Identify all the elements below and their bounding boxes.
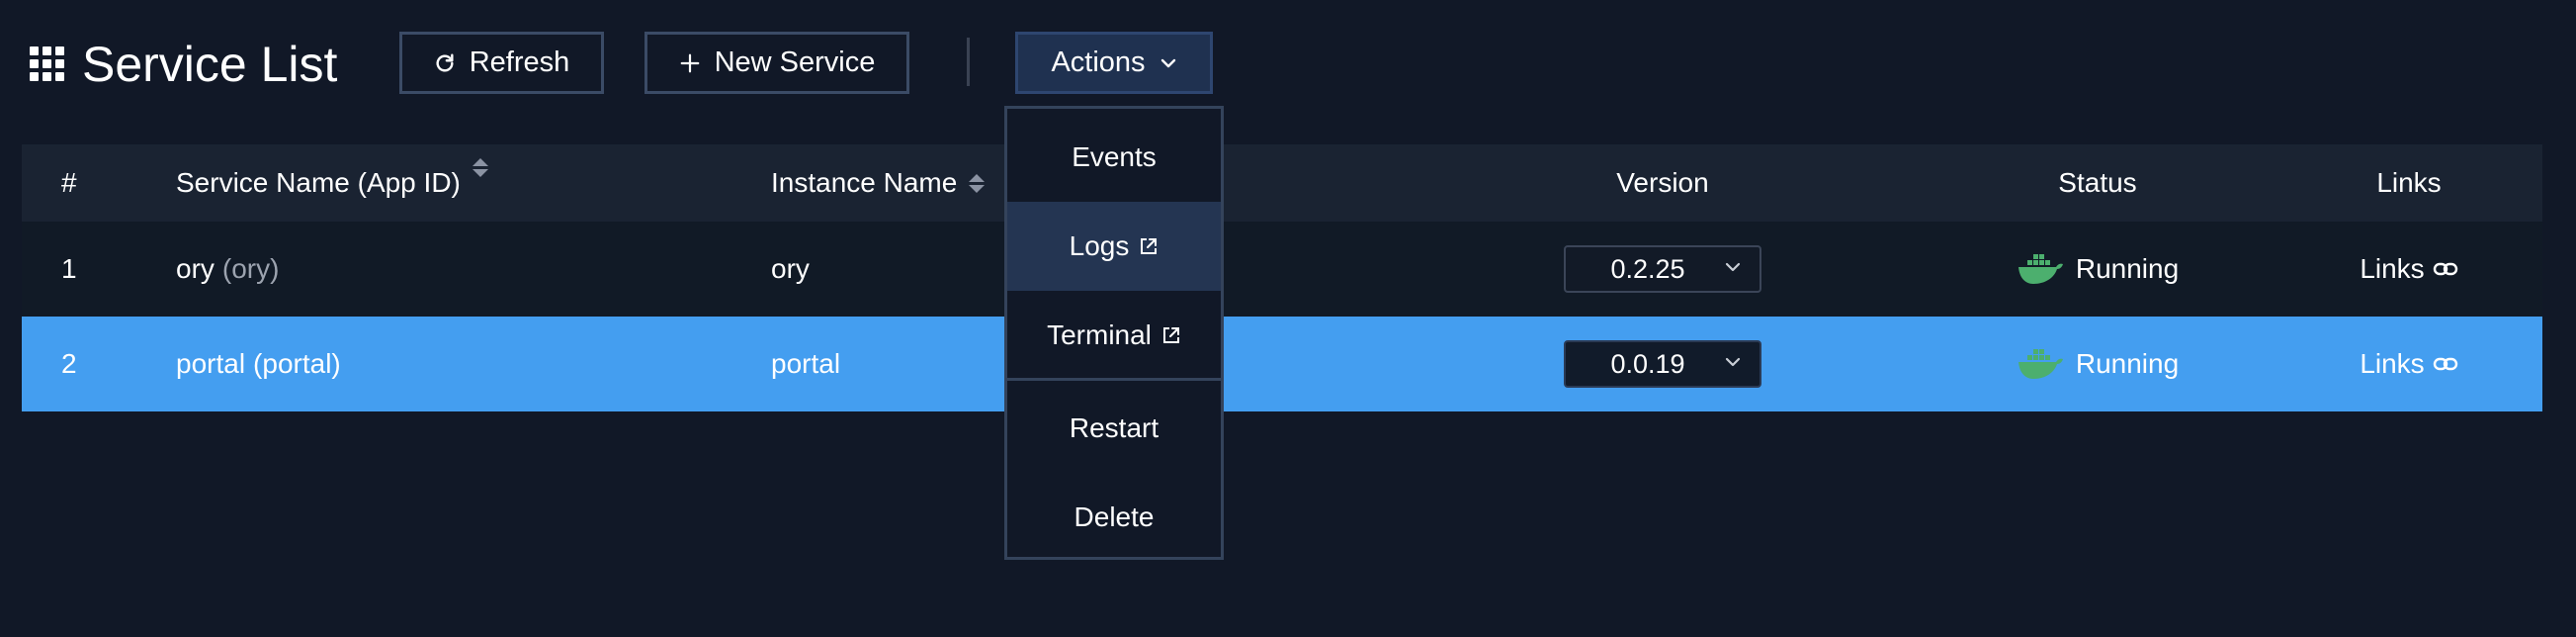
column-header-links: Links [2376, 167, 2442, 198]
version-cell: 0.2.25 [1504, 222, 1821, 317]
menu-item-logs[interactable]: Logs [1007, 202, 1221, 291]
row-num: 2 [61, 348, 77, 379]
menu-item-terminal-label: Terminal [1047, 319, 1152, 350]
menu-item-logs-label: Logs [1069, 230, 1130, 261]
actions-menu: Events Logs Terminal Restart Delete [1004, 106, 1224, 560]
instance-name: ory [771, 253, 810, 284]
links-cell: Links [2295, 317, 2523, 411]
refresh-icon [436, 53, 454, 72]
status-cell: Running [1959, 317, 2236, 411]
menu-item-events-label: Events [1072, 141, 1157, 172]
column-header-num: # [61, 167, 77, 198]
external-link-icon [1141, 238, 1158, 254]
external-link-icon [1162, 327, 1179, 343]
actions-label: Actions [1051, 46, 1146, 78]
column-header-instance-label: Instance Name [771, 167, 958, 198]
link-icon [2433, 262, 2457, 276]
table-row[interactable]: 1 ory (ory) ory 0.2.25 Running Links [22, 222, 2542, 317]
chevron-down-icon [1725, 262, 1741, 272]
grid-icon [30, 46, 64, 81]
link-icon [2433, 357, 2457, 371]
links-button[interactable]: Links [2360, 253, 2457, 285]
column-header-name-label: Service Name (App ID) [176, 167, 461, 198]
new-service-label: New Service [714, 46, 876, 78]
version-value: 0.2.25 [1610, 253, 1685, 284]
column-header-name[interactable]: Service Name (App ID) [176, 144, 488, 222]
status-cell: Running [1959, 222, 2236, 317]
docker-icon [2018, 254, 2063, 284]
menu-item-delete[interactable]: Delete [1007, 473, 1221, 562]
menu-item-events[interactable]: Events [1007, 113, 1221, 202]
app-id: (ory) [221, 253, 280, 284]
service-name: ory (ory) [176, 222, 279, 317]
new-service-button[interactable]: New Service [644, 32, 909, 94]
refresh-label: Refresh [469, 46, 570, 78]
version-select[interactable]: 0.0.19 [1564, 340, 1761, 388]
toolbar-divider [967, 38, 970, 86]
links-button[interactable]: Links [2360, 348, 2457, 380]
menu-item-restart-label: Restart [1069, 412, 1159, 443]
links-cell: Links [2295, 222, 2523, 317]
links-label: Links [2360, 253, 2425, 284]
service-name-label: ory [176, 253, 215, 284]
services-table: # Service Name (App ID) Instance Name Ve… [22, 144, 2542, 411]
menu-divider [1007, 378, 1221, 381]
docker-icon [2018, 349, 2063, 379]
table-header: # Service Name (App ID) Instance Name Ve… [22, 144, 2542, 222]
sort-icon[interactable] [472, 158, 488, 177]
service-name-label: portal [176, 348, 246, 379]
column-header-status: Status [2058, 167, 2137, 198]
app-id: (portal) [253, 348, 341, 379]
service-name: portal (portal) [176, 317, 341, 411]
version-select[interactable]: 0.2.25 [1564, 245, 1761, 293]
page-title: Service List [82, 37, 338, 92]
instance-name: portal [771, 348, 841, 379]
refresh-button[interactable]: Refresh [399, 32, 604, 94]
row-num: 1 [61, 253, 77, 284]
plus-icon [680, 53, 699, 72]
column-header-instance[interactable]: Instance Name [771, 144, 986, 222]
links-label: Links [2360, 348, 2425, 379]
actions-button[interactable]: Actions [1015, 32, 1213, 94]
sort-icon[interactable] [969, 173, 986, 193]
menu-item-terminal[interactable]: Terminal [1007, 291, 1221, 380]
column-header-version: Version [1616, 167, 1709, 198]
menu-item-delete-label: Delete [1073, 501, 1155, 532]
menu-item-restart[interactable]: Restart [1007, 384, 1221, 473]
status-badge: Running [2075, 348, 2180, 379]
chevron-down-icon [1160, 58, 1175, 67]
chevron-down-icon [1725, 357, 1741, 367]
status-badge: Running [2075, 253, 2180, 284]
version-value: 0.0.19 [1610, 348, 1685, 379]
version-cell: 0.0.19 [1504, 317, 1821, 411]
toolbar: Service List Refresh New Service Actions [0, 0, 2576, 129]
table-row[interactable]: 2 portal (portal) portal 0.0.19 Running … [22, 317, 2542, 411]
